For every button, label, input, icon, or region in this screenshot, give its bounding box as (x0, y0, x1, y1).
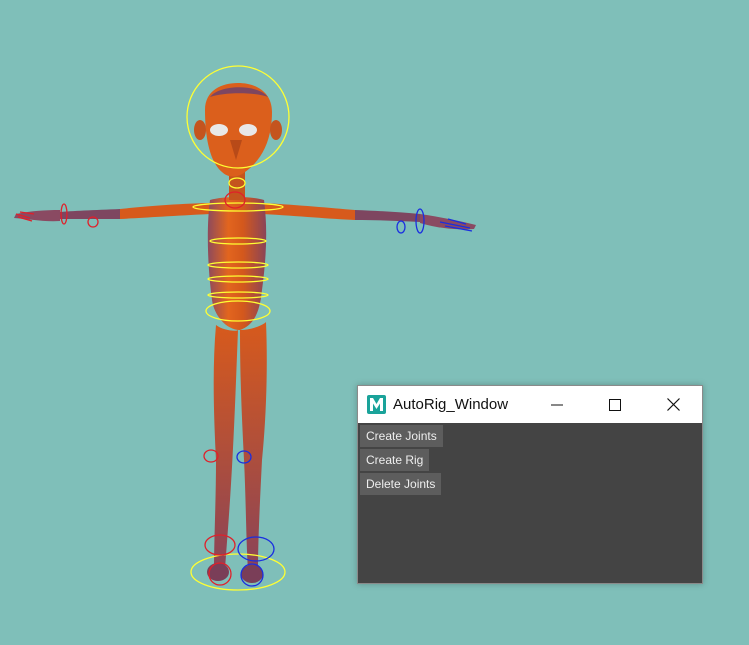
window-content: Create Joints Create Rig Delete Joints (358, 423, 702, 583)
left-ear (194, 120, 206, 140)
right-leg (240, 322, 267, 570)
maya-icon (367, 395, 386, 414)
left-eye (210, 124, 228, 136)
close-button[interactable] (644, 386, 702, 423)
maximize-icon (609, 398, 621, 411)
maximize-button[interactable] (586, 386, 644, 423)
left-leg (213, 325, 238, 570)
delete-joints-button[interactable]: Delete Joints (360, 473, 442, 495)
window-titlebar[interactable]: AutoRig_Window (358, 386, 702, 423)
right-forearm (355, 210, 420, 222)
minimize-button[interactable] (528, 386, 586, 423)
create-rig-button[interactable]: Create Rig (360, 449, 430, 471)
right-eye (239, 124, 257, 136)
window-title: AutoRig_Window (393, 396, 509, 413)
right-upper-arm (262, 203, 355, 220)
close-icon (666, 398, 680, 411)
autorig-window[interactable]: AutoRig_Window Create Joints Create Rig … (357, 385, 703, 584)
right-ear (270, 120, 282, 140)
minimize-icon (551, 404, 563, 405)
create-joints-button[interactable]: Create Joints (360, 425, 443, 447)
